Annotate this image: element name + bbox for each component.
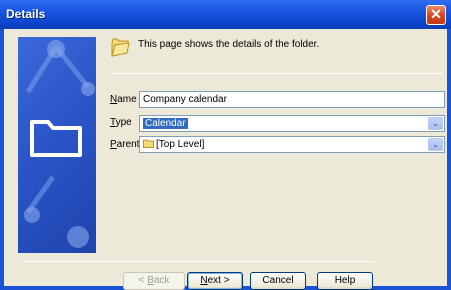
window-title: Details (6, 7, 46, 21)
parent-label: Parent (110, 139, 140, 150)
chevron-down-icon: ⌄ (432, 119, 439, 128)
close-button[interactable]: ✕ (426, 5, 446, 25)
parent-value: [Top Level] (156, 139, 205, 150)
chevron-down-icon: ⌄ (432, 140, 439, 149)
cancel-button[interactable]: Cancel (250, 272, 306, 290)
folder-icon (111, 38, 130, 57)
type-dropdown-button[interactable]: ⌄ (428, 117, 443, 130)
name-value: Company calendar (143, 94, 227, 105)
folder-outline-icon (30, 120, 82, 157)
footer-divider (22, 261, 374, 262)
header-divider (110, 73, 443, 74)
page-description: This page shows the details of the folde… (138, 39, 320, 50)
type-value: Calendar (143, 118, 188, 129)
folder-icon (143, 139, 154, 148)
name-field[interactable]: Company calendar (139, 91, 445, 108)
close-icon: ✕ (430, 6, 442, 22)
details-window: Details ✕ This page shows the details of… (0, 0, 451, 290)
banner-decoration (24, 40, 95, 248)
next-button[interactable]: Next > (187, 272, 243, 290)
parent-select[interactable]: [Top Level] ⌄ (139, 136, 445, 153)
help-button[interactable]: Help (317, 272, 373, 290)
type-select[interactable]: Calendar ⌄ (139, 115, 445, 132)
type-label: Type (110, 117, 132, 128)
dialog-body: This page shows the details of the folde… (4, 29, 447, 290)
parent-dropdown-button[interactable]: ⌄ (428, 138, 443, 151)
name-label: Name (110, 94, 137, 105)
title-bar[interactable]: Details ✕ (0, 0, 451, 29)
wizard-side-banner (18, 37, 96, 253)
back-button[interactable]: < Back (123, 272, 185, 290)
